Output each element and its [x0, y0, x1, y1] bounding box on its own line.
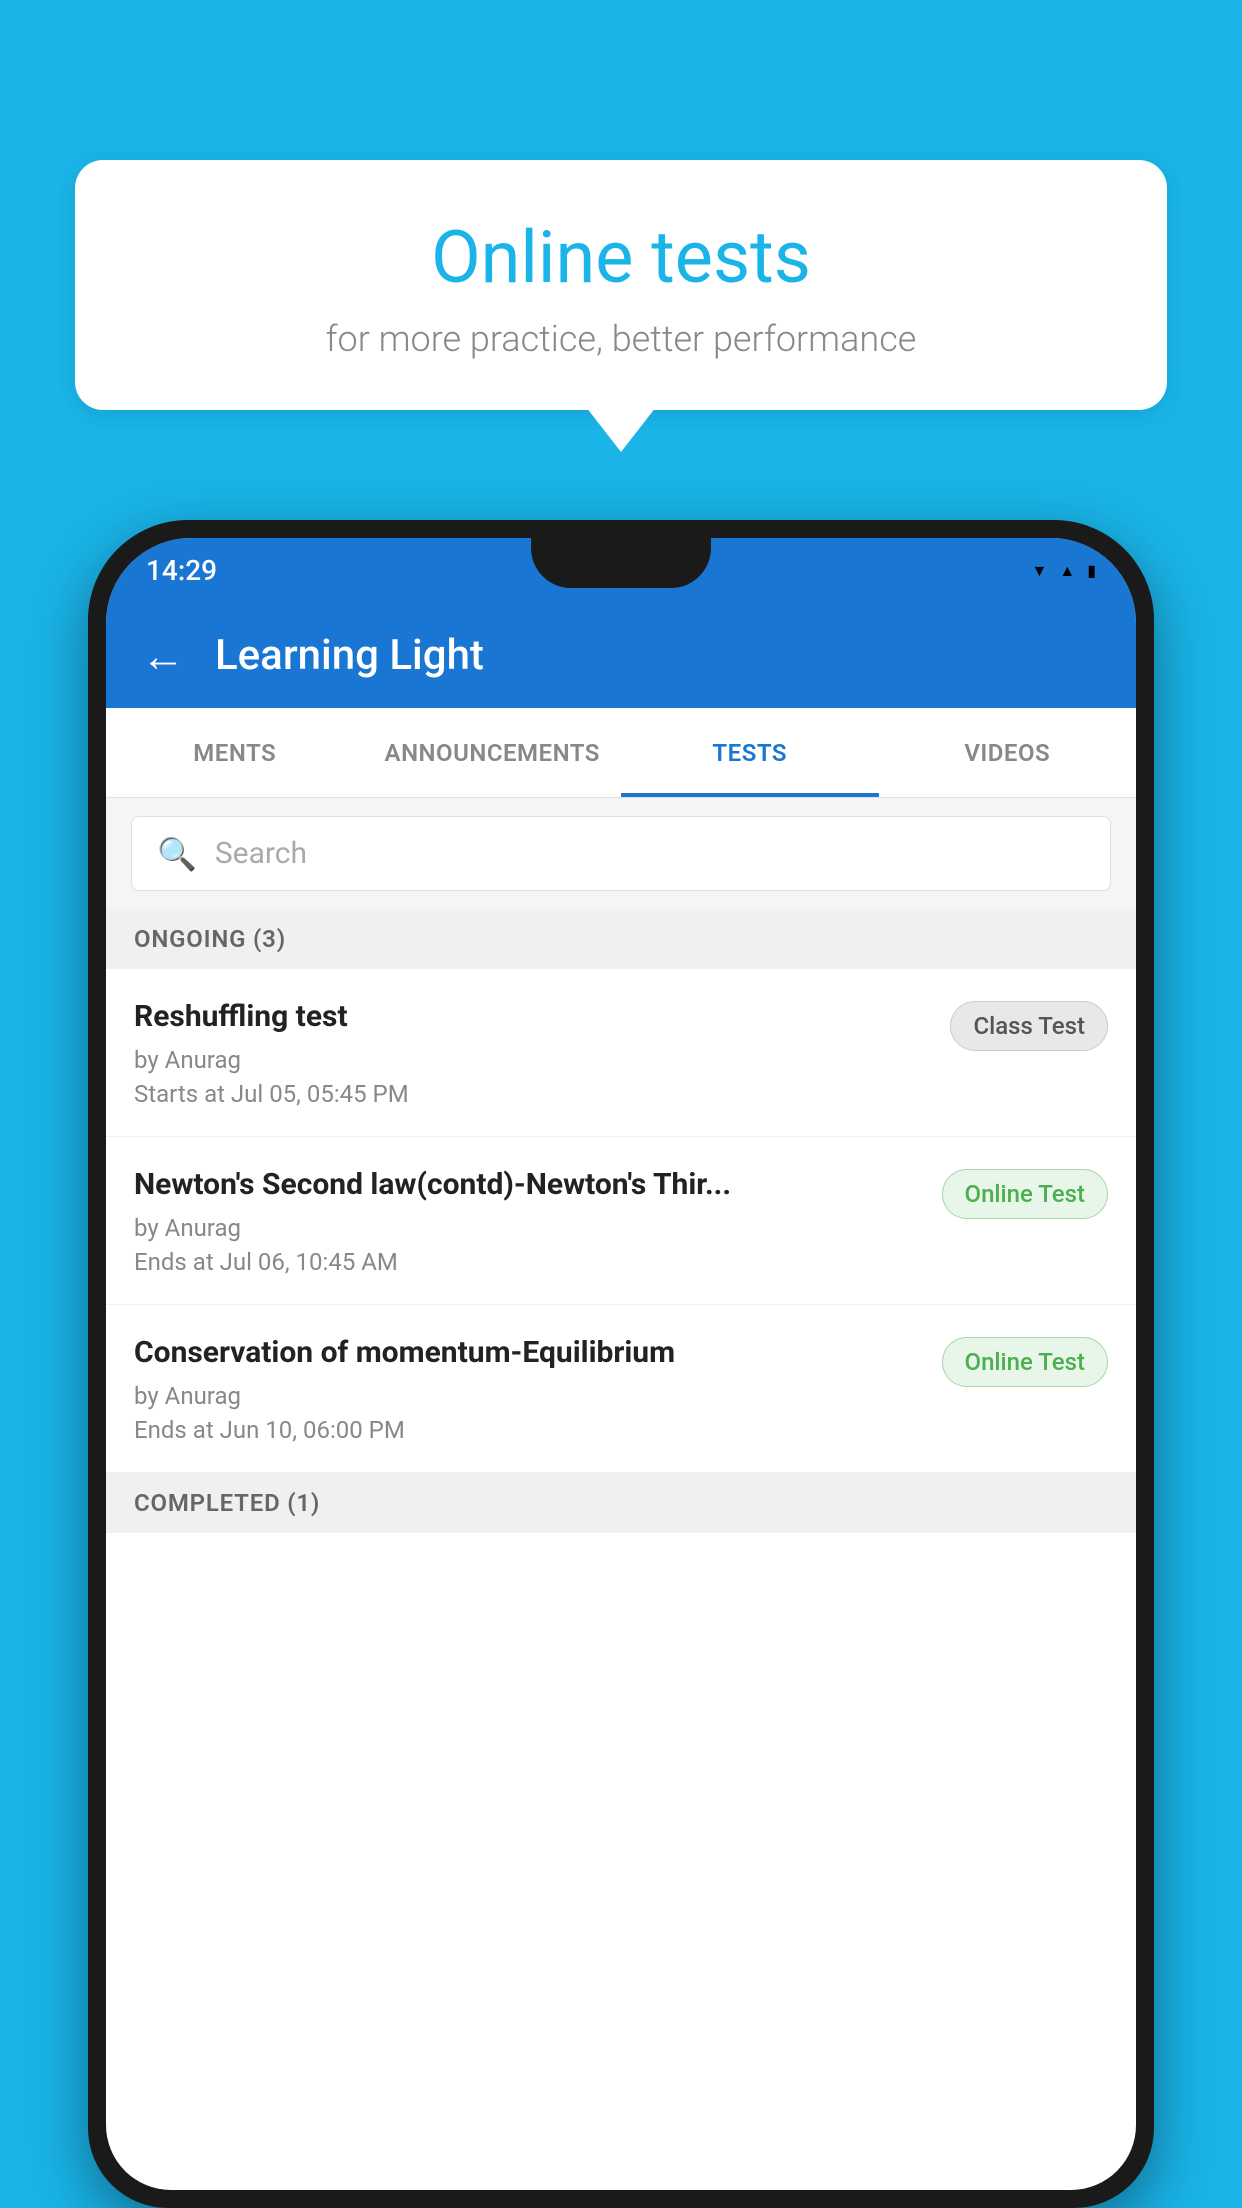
test-badge-class-test: Class Test — [950, 1001, 1108, 1051]
test-name: Newton's Second law(contd)-Newton's Thir… — [134, 1165, 922, 1204]
back-button[interactable]: ← — [141, 630, 185, 682]
wifi-icon: ▼ — [1032, 561, 1048, 581]
speech-bubble: Online tests for more practice, better p… — [75, 160, 1167, 410]
tab-videos[interactable]: VIDEOS — [879, 708, 1137, 797]
ongoing-section-header: ONGOING (3) — [106, 909, 1136, 969]
search-bar[interactable]: 🔍 Search — [131, 816, 1111, 891]
phone-frame: 14:29 ▼ ▲ ▮ ← Learning Light MENTS ANNOU… — [88, 520, 1154, 2208]
search-container: 🔍 Search — [106, 798, 1136, 909]
test-badge-online-test: Online Test — [942, 1169, 1108, 1219]
signal-icon: ▲ — [1059, 561, 1075, 581]
battery-icon: ▮ — [1087, 561, 1096, 580]
test-by: by Anurag — [134, 1214, 922, 1242]
test-date: Ends at Jul 06, 10:45 AM — [134, 1248, 922, 1276]
test-name: Reshuffling test — [134, 997, 930, 1036]
test-badge-online-test-2: Online Test — [942, 1337, 1108, 1387]
phone-inner: 14:29 ▼ ▲ ▮ ← Learning Light MENTS ANNOU… — [106, 538, 1136, 2190]
test-info: Newton's Second law(contd)-Newton's Thir… — [134, 1165, 922, 1276]
app-bar-title: Learning Light — [215, 631, 484, 680]
search-icon: 🔍 — [157, 835, 197, 873]
app-bar: ← Learning Light — [106, 603, 1136, 708]
test-list: Reshuffling test by Anurag Starts at Jul… — [106, 969, 1136, 1473]
test-item[interactable]: Reshuffling test by Anurag Starts at Jul… — [106, 969, 1136, 1137]
status-time: 14:29 — [146, 554, 217, 587]
completed-section-header: COMPLETED (1) — [106, 1473, 1136, 1533]
test-info: Reshuffling test by Anurag Starts at Jul… — [134, 997, 930, 1108]
tab-ments[interactable]: MENTS — [106, 708, 364, 797]
status-icons: ▼ ▲ ▮ — [1032, 561, 1097, 581]
test-date: Ends at Jun 10, 06:00 PM — [134, 1416, 922, 1444]
tab-tests[interactable]: TESTS — [621, 708, 879, 797]
test-item[interactable]: Newton's Second law(contd)-Newton's Thir… — [106, 1137, 1136, 1305]
test-date: Starts at Jul 05, 05:45 PM — [134, 1080, 930, 1108]
bubble-title: Online tests — [135, 215, 1107, 300]
tabs-bar: MENTS ANNOUNCEMENTS TESTS VIDEOS — [106, 708, 1136, 798]
test-item[interactable]: Conservation of momentum-Equilibrium by … — [106, 1305, 1136, 1473]
tab-announcements[interactable]: ANNOUNCEMENTS — [364, 708, 622, 797]
test-by: by Anurag — [134, 1046, 930, 1074]
bubble-subtitle: for more practice, better performance — [135, 318, 1107, 360]
phone-notch — [531, 538, 711, 588]
test-by: by Anurag — [134, 1382, 922, 1410]
search-input[interactable]: Search — [215, 836, 307, 871]
test-info: Conservation of momentum-Equilibrium by … — [134, 1333, 922, 1444]
test-name: Conservation of momentum-Equilibrium — [134, 1333, 922, 1372]
